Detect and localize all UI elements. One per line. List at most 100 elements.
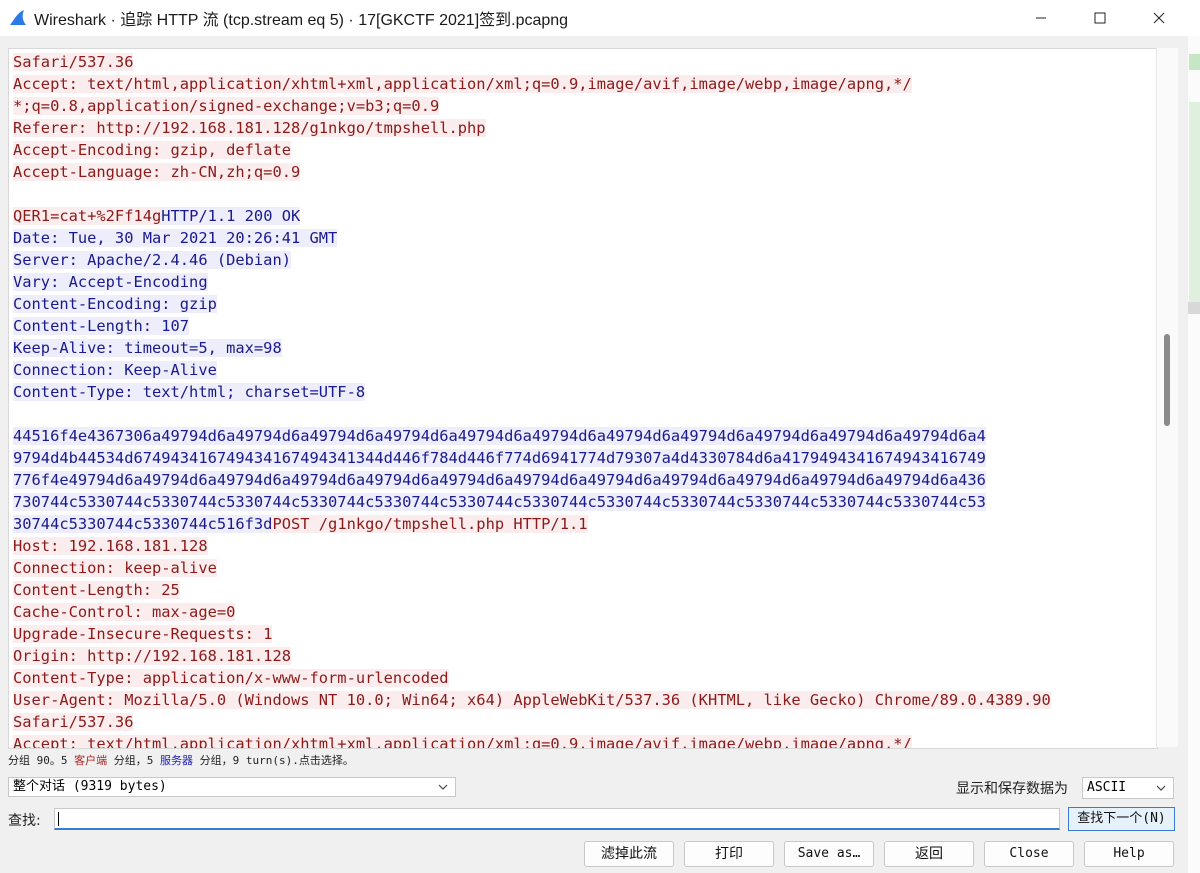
server-text-segment: Server: Apache/2.4.46 (Debian) [13, 251, 291, 269]
client-text-segment: Upgrade-Insecure-Requests: 1 [13, 625, 273, 643]
encoding-select[interactable]: ASCII [1082, 777, 1174, 799]
client-text-segment: Host: 192.168.181.128 [13, 537, 208, 555]
client-text-segment: QER1=cat+%2Ff14g [13, 207, 162, 225]
stream-line: 9794d4b44534d674943416749434167494341344… [13, 447, 1157, 469]
server-text-segment: HTTP/1.1 200 OK [161, 207, 301, 225]
maximize-button[interactable] [1077, 0, 1123, 36]
stream-line: Host: 192.168.181.128 [13, 535, 1157, 557]
save-as-button[interactable]: Save as… [784, 841, 874, 867]
print-button[interactable]: 打印 [684, 841, 774, 867]
find-input[interactable] [54, 808, 1060, 830]
stream-line: Accept: text/html,application/xhtml+xml,… [13, 733, 1157, 748]
stream-line: Content-Length: 107 [13, 315, 1157, 337]
stream-text-view[interactable]: Safari/537.36 Accept: text/html,applicati… [8, 48, 1158, 749]
stream-lines: Safari/537.36 Accept: text/html,applicati… [9, 49, 1157, 748]
find-next-button[interactable]: 查找下一个(N) [1068, 807, 1175, 831]
status-suffix: 分组，9 turn(s).点击选择。 [193, 754, 354, 767]
stream-line [13, 403, 1157, 425]
stream-line: *;q=0.8,application/signed-exchange;v=b3… [13, 95, 1157, 117]
stream-line: Vary: Accept-Encoding [13, 271, 1157, 293]
filter-out-stream-button[interactable]: 滤掉此流 [584, 841, 674, 867]
stream-line: 44516f4e4367306a49794d6a49794d6a49794d6a… [13, 425, 1157, 447]
stream-line: 776f4e49794d6a49794d6a49794d6a49794d6a49… [13, 469, 1157, 491]
client-text-segment: Referer: http://192.168.181.128/g1nkgo/t… [13, 119, 486, 137]
status-server-label: 服务器 [160, 754, 193, 767]
server-text-segment: Keep-Alive: timeout=5, max=98 [13, 339, 282, 357]
server-text-segment: Content-Encoding: gzip [13, 295, 217, 313]
status-client-label: 客户端 [74, 754, 108, 767]
client-text-segment: Content-Type: application/x-www-form-url… [13, 669, 449, 687]
close-button[interactable]: Close [984, 841, 1074, 867]
status-prefix: 分组 90。5 [8, 754, 75, 767]
server-text-segment: Content-Type: text/html; charset=UTF-8 [13, 383, 366, 401]
background-window-edge [1188, 36, 1200, 873]
client-text-segment: Connection: keep-alive [13, 559, 217, 577]
server-text-segment: Connection: Keep-Alive [13, 361, 217, 379]
server-text-segment: Content-Length: 107 [13, 317, 190, 335]
vertical-scrollbar[interactable] [1156, 48, 1178, 747]
stream-line: Accept: text/html,application/xhtml+xml,… [13, 73, 1157, 95]
client-text-segment: POST /g1nkgo/tmpshell.php HTTP/1.1 [272, 515, 588, 533]
stream-line: Referer: http://192.168.181.128/g1nkgo/t… [13, 117, 1157, 139]
stream-line: Connection: Keep-Alive [13, 359, 1157, 381]
stream-line: 30744c5330744c5330744c516f3dPOST /g1nkgo… [13, 513, 1157, 535]
stream-line [13, 183, 1157, 205]
scrollbar-thumb[interactable] [1164, 334, 1170, 426]
stream-line: Content-Type: application/x-www-form-url… [13, 667, 1157, 689]
maximize-icon [1094, 12, 1106, 24]
client-text-segment: Safari/537.36 [13, 713, 134, 731]
client-text-segment: Content-Length: 25 [13, 581, 180, 599]
window-title: Wireshark · 追踪 HTTP 流 (tcp.stream eq 5) … [34, 12, 569, 29]
client-text-segment: Accept-Encoding: gzip, deflate [13, 141, 291, 159]
client-text-segment: Accept: text/html,application/xhtml+xml,… [13, 735, 912, 748]
show-as-label: 显示和保存数据为 [956, 781, 1068, 797]
client-text-segment: Cache-Control: max-age=0 [13, 603, 236, 621]
wireshark-fin-icon [10, 10, 26, 25]
server-text-segment: 730744c5330744c5330744c5330744c5330744c5… [13, 493, 986, 511]
client-text-segment: User-Agent: Mozilla/5.0 (Windows NT 10.0… [13, 691, 1051, 709]
stream-line: Upgrade-Insecure-Requests: 1 [13, 623, 1157, 645]
status-middle: 分组，5 [107, 754, 160, 767]
client-text-segment: Accept: text/html,application/xhtml+xml,… [13, 75, 912, 93]
client-text-segment: Safari/537.36 [13, 53, 134, 71]
minimize-icon [1036, 17, 1046, 19]
stream-line: Connection: keep-alive [13, 557, 1157, 579]
stream-line: User-Agent: Mozilla/5.0 (Windows NT 10.0… [13, 689, 1157, 711]
stream-summary: 分组 90。5 客户端 分组，5 服务器 分组，9 turn(s).点击选择。 [8, 752, 354, 768]
stream-line: Accept-Encoding: gzip, deflate [13, 139, 1157, 161]
stream-line: QER1=cat+%2Ff14gHTTP/1.1 200 OK [13, 205, 1157, 227]
server-text-segment: 44516f4e4367306a49794d6a49794d6a49794d6a… [13, 427, 986, 445]
conversation-select-value: 整个对话 (9319 bytes) [13, 779, 167, 794]
stream-line: Cache-Control: max-age=0 [13, 601, 1157, 623]
stream-line: Content-Type: text/html; charset=UTF-8 [13, 381, 1157, 403]
stream-line: Accept-Language: zh-CN,zh;q=0.9 [13, 161, 1157, 183]
text-caret [58, 812, 59, 826]
back-button[interactable]: 返回 [884, 841, 974, 867]
server-text-segment: 9794d4b44534d674943416749434167494341344… [13, 449, 986, 467]
client-text-segment: *;q=0.8,application/signed-exchange;v=b3… [13, 97, 440, 115]
encoding-select-value: ASCII [1087, 780, 1127, 795]
stream-line: 730744c5330744c5330744c5330744c5330744c5… [13, 491, 1157, 513]
server-text-segment: Vary: Accept-Encoding [13, 273, 208, 291]
client-text-segment: Accept-Language: zh-CN,zh;q=0.9 [13, 163, 301, 181]
chevron-down-icon [438, 784, 448, 790]
server-text-segment: 30744c5330744c5330744c516f3d [13, 515, 273, 533]
stream-line: Safari/537.36 [13, 711, 1157, 733]
help-button[interactable]: Help [1084, 841, 1174, 867]
minimize-button[interactable] [1018, 0, 1064, 36]
close-window-button[interactable] [1136, 0, 1182, 36]
conversation-select[interactable]: 整个对话 (9319 bytes) [8, 777, 456, 797]
chevron-down-icon [1156, 785, 1166, 791]
stream-line: Origin: http://192.168.181.128 [13, 645, 1157, 667]
stream-line: Date: Tue, 30 Mar 2021 20:26:41 GMT [13, 227, 1157, 249]
server-text-segment: Date: Tue, 30 Mar 2021 20:26:41 GMT [13, 229, 338, 247]
stream-line: Keep-Alive: timeout=5, max=98 [13, 337, 1157, 359]
stream-line: Server: Apache/2.4.46 (Debian) [13, 249, 1157, 271]
title-bar: Wireshark · 追踪 HTTP 流 (tcp.stream eq 5) … [0, 0, 1200, 36]
stream-line: Content-Encoding: gzip [13, 293, 1157, 315]
server-text-segment: 776f4e49794d6a49794d6a49794d6a49794d6a49… [13, 471, 986, 489]
find-label: 查找: [8, 813, 41, 829]
client-text-segment: Origin: http://192.168.181.128 [13, 647, 291, 665]
stream-line: Safari/537.36 [13, 51, 1157, 73]
stream-line: Content-Length: 25 [13, 579, 1157, 601]
